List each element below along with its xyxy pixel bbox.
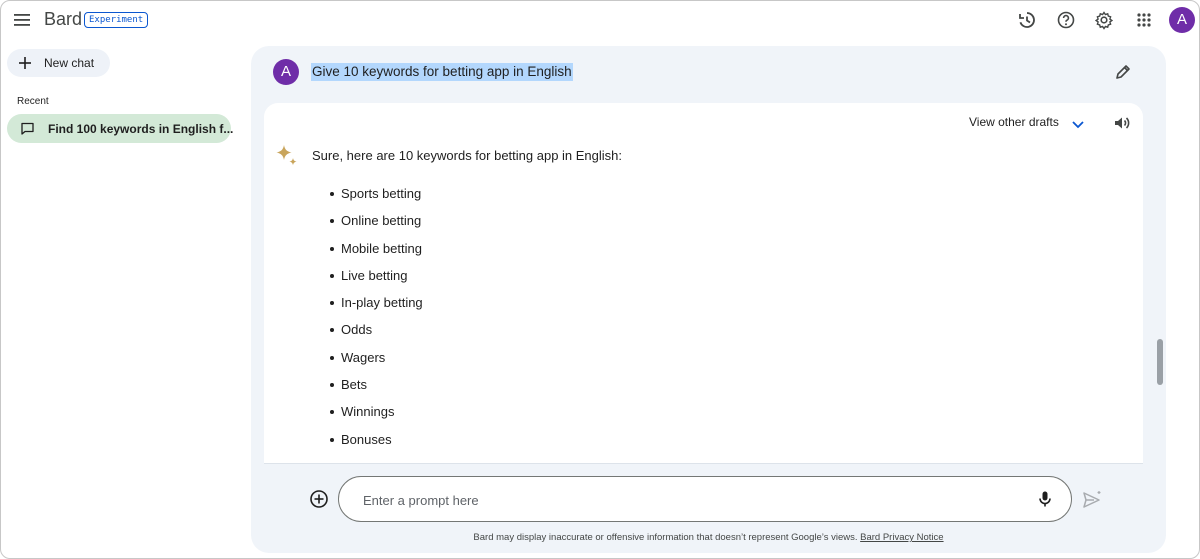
chevron-down-icon[interactable] bbox=[1070, 116, 1086, 132]
top-bar: Bard Experiment A bbox=[1, 1, 1199, 39]
help-icon[interactable] bbox=[1055, 9, 1077, 31]
list-item: Sports betting bbox=[330, 185, 423, 212]
response-card: View other drafts Sure, here are 10 keyw… bbox=[264, 103, 1143, 463]
prompt-box[interactable] bbox=[338, 476, 1072, 522]
list-item: In-play betting bbox=[330, 294, 423, 321]
new-chat-button[interactable]: New chat bbox=[7, 49, 110, 77]
menu-icon[interactable] bbox=[13, 11, 31, 29]
app-window: Bard Experiment A New chat Recent Find 1… bbox=[0, 0, 1200, 559]
speaker-icon[interactable] bbox=[1112, 113, 1132, 133]
list-item: Live betting bbox=[330, 267, 423, 294]
recent-chat-item[interactable]: Find 100 keywords in English f... bbox=[7, 114, 234, 143]
settings-icon[interactable] bbox=[1093, 9, 1115, 31]
brand-logo[interactable]: Bard bbox=[44, 9, 82, 30]
plus-icon bbox=[19, 57, 31, 69]
keyword-list: Sports betting Online betting Mobile bet… bbox=[330, 185, 423, 458]
chat-bubble-icon bbox=[21, 122, 34, 135]
experiment-badge: Experiment bbox=[84, 12, 149, 28]
add-circle-icon[interactable] bbox=[309, 489, 329, 509]
view-drafts-button[interactable]: View other drafts bbox=[969, 115, 1059, 129]
divider bbox=[264, 463, 1143, 464]
list-item: Bets bbox=[330, 376, 423, 403]
apps-icon[interactable] bbox=[1133, 9, 1155, 31]
user-avatar: A bbox=[273, 59, 299, 85]
new-chat-label: New chat bbox=[44, 56, 95, 70]
prompt-input[interactable] bbox=[363, 489, 1003, 511]
bard-sparkle-icon bbox=[276, 145, 297, 166]
list-item: Bonuses bbox=[330, 431, 423, 458]
account-avatar[interactable]: A bbox=[1169, 7, 1195, 33]
disclaimer: Bard may display inaccurate or offensive… bbox=[251, 532, 1166, 543]
list-item: Odds bbox=[330, 321, 423, 348]
list-item: Mobile betting bbox=[330, 240, 423, 267]
recent-heading: Recent bbox=[17, 96, 49, 107]
list-item: Winnings bbox=[330, 403, 423, 430]
edit-icon[interactable] bbox=[1113, 62, 1133, 82]
response-intro: Sure, here are 10 keywords for betting a… bbox=[312, 148, 623, 163]
chat-panel: A Give 10 keywords for betting app in En… bbox=[251, 46, 1166, 553]
send-icon[interactable] bbox=[1081, 489, 1103, 511]
history-icon[interactable] bbox=[1016, 9, 1038, 31]
user-message: Give 10 keywords for betting app in Engl… bbox=[311, 63, 573, 81]
privacy-notice-link[interactable]: Bard Privacy Notice bbox=[860, 532, 943, 543]
microphone-icon[interactable] bbox=[1035, 489, 1055, 509]
disclaimer-text: Bard may display inaccurate or offensive… bbox=[473, 532, 858, 543]
list-item: Online betting bbox=[330, 212, 423, 239]
recent-chat-label: Find 100 keywords in English f... bbox=[48, 122, 234, 136]
list-item: Wagers bbox=[330, 349, 423, 376]
scrollbar-thumb[interactable] bbox=[1157, 339, 1163, 385]
